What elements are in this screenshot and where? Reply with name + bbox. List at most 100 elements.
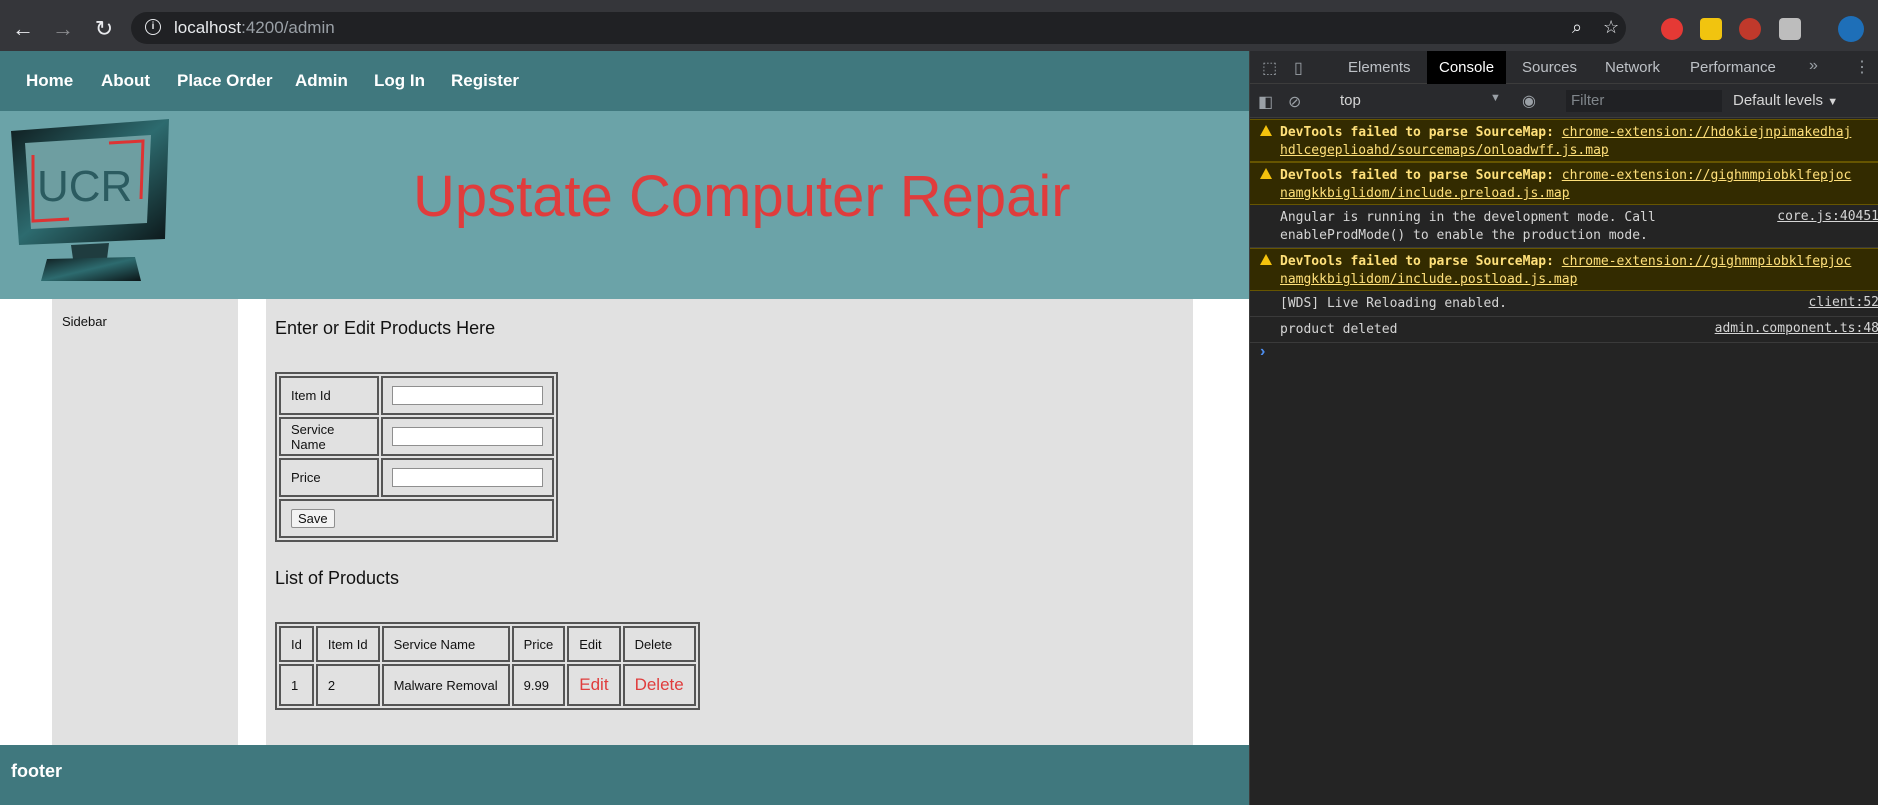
price-label: Price <box>279 458 379 497</box>
sidebar-toggle-icon[interactable]: ◧ <box>1258 92 1273 112</box>
service-name-input[interactable] <box>392 427 543 446</box>
url-text[interactable]: localhost:4200/admin <box>174 18 335 38</box>
message-source-link[interactable]: admin.component.ts:48 <box>1715 321 1878 336</box>
table-header-row: Id Item Id Service Name Price Edit Delet… <box>279 626 696 662</box>
nav-admin[interactable]: Admin <box>295 71 348 91</box>
devtools-panel: ⬚ ▯ Elements Console Sources Network Per… <box>1249 51 1878 805</box>
message-source-link[interactable]: client:52 <box>1809 295 1878 310</box>
site-title: Upstate Computer Repair <box>413 164 1071 229</box>
back-icon[interactable]: ← <box>8 14 38 44</box>
products-table: Id Item Id Service Name Price Edit Delet… <box>275 622 700 710</box>
cell-item-id: 2 <box>315 664 380 706</box>
item-id-label: Item Id <box>279 376 379 415</box>
extension-doc-icon[interactable] <box>1779 18 1801 40</box>
col-header-price: Price <box>511 626 566 662</box>
browser-toolbar: ← → ↻ i localhost:4200/admin ⌕ ☆ <box>0 6 1878 51</box>
extension-stop-icon[interactable] <box>1661 18 1683 40</box>
live-expression-eye-icon[interactable]: ◉ <box>1522 91 1536 111</box>
col-header-item-id: Item Id <box>315 626 380 662</box>
site-info-icon[interactable]: i <box>145 19 161 35</box>
extension-notes-icon[interactable] <box>1700 18 1722 40</box>
service-name-cell <box>381 417 554 456</box>
nav-home[interactable]: Home <box>26 71 73 91</box>
sourcemap-link-cont[interactable]: namgkkbiglidom/include.postload.js.map <box>1280 272 1577 287</box>
warning-icon <box>1260 254 1272 265</box>
edit-cell: Edit <box>567 664 621 706</box>
sourcemap-link-cont[interactable]: hdlcegeplioahd/sourcemaps/onloadwff.js.m… <box>1280 143 1609 158</box>
context-selector[interactable]: top <box>1340 92 1361 109</box>
console-filter-input[interactable]: Filter <box>1566 90 1722 112</box>
tab-performance[interactable]: Performance <box>1678 51 1788 84</box>
device-toolbar-icon[interactable]: ▯ <box>1294 58 1303 78</box>
tab-sources[interactable]: Sources <box>1510 51 1589 84</box>
banner: UCR Upstate Computer Repair <box>0 111 1249 299</box>
form-heading: Enter or Edit Products Here <box>275 318 496 338</box>
clear-console-icon[interactable]: ⊘ <box>1288 92 1301 112</box>
admin-main-panel: Enter or Edit Products Here Item Id Serv… <box>266 299 1193 745</box>
col-header-service-name: Service Name <box>381 626 510 662</box>
delete-link[interactable]: Delete <box>635 675 684 694</box>
nav-place-order[interactable]: Place Order <box>177 71 272 91</box>
navbar: Home About Place Order Admin Log In Regi… <box>0 51 1249 111</box>
inspect-element-icon[interactable]: ⬚ <box>1262 58 1277 78</box>
console-message-log: Angular is running in the development mo… <box>1250 205 1878 248</box>
url-path: :4200/admin <box>241 18 335 37</box>
tab-network[interactable]: Network <box>1593 51 1672 84</box>
ucr-monitor-logo: UCR <box>11 119 169 281</box>
forward-icon[interactable]: → <box>48 14 78 44</box>
sourcemap-link[interactable]: chrome-extension://hdokiejnpimakedhaj <box>1562 125 1852 140</box>
console-message-log: product deleted admin.component.ts:48 <box>1250 317 1878 343</box>
extension-face-icon[interactable] <box>1739 18 1761 40</box>
cell-id: 1 <box>279 664 314 706</box>
edit-link[interactable]: Edit <box>579 675 608 694</box>
nav-about[interactable]: About <box>101 71 150 91</box>
tab-elements[interactable]: Elements <box>1336 51 1423 84</box>
reload-icon[interactable]: ↻ <box>89 14 119 44</box>
zoom-icon[interactable]: ⌕ <box>1572 17 1582 38</box>
item-id-cell <box>381 376 554 415</box>
log-levels-chevron-icon: ▼ <box>1827 96 1839 108</box>
sourcemap-link[interactable]: chrome-extension://gighmmpiobklfepjoc <box>1562 254 1852 269</box>
cell-price: 9.99 <box>511 664 566 706</box>
console-prompt-icon[interactable]: › <box>1260 343 1265 361</box>
service-name-label: Service Name <box>279 417 379 456</box>
warning-icon <box>1260 168 1272 179</box>
devtools-menu-icon[interactable]: ⋮ <box>1854 57 1870 77</box>
col-header-edit: Edit <box>567 626 621 662</box>
logo-text: UCR <box>37 162 132 211</box>
tab-console[interactable]: Console <box>1427 51 1507 84</box>
console-message-warning: DevTools failed to parse SourceMap: chro… <box>1250 119 1878 162</box>
sourcemap-link[interactable]: chrome-extension://gighmmpiobklfepjoc <box>1562 168 1852 183</box>
delete-cell: Delete <box>622 664 696 706</box>
more-tabs-icon[interactable]: » <box>1809 57 1818 75</box>
message-text-cont: enableProdMode() to enable the productio… <box>1280 228 1648 243</box>
sidebar: Sidebar <box>52 299 238 745</box>
address-bar[interactable]: i localhost:4200/admin ⌕ ☆ <box>131 12 1626 44</box>
profile-avatar-icon[interactable] <box>1838 16 1864 42</box>
table-row: 1 2 Malware Removal 9.99 Edit Delete <box>279 664 696 706</box>
console-message-log: [WDS] Live Reloading enabled. client:52 <box>1250 291 1878 317</box>
col-header-delete: Delete <box>622 626 696 662</box>
save-cell: Save <box>279 499 554 538</box>
context-dropdown-icon[interactable]: ▼ <box>1490 92 1501 104</box>
nav-log-in[interactable]: Log In <box>374 71 425 91</box>
url-host: localhost <box>174 18 242 37</box>
save-button[interactable]: Save <box>291 509 335 528</box>
item-id-input[interactable] <box>392 386 543 405</box>
message-source-link[interactable]: core.js:40451 <box>1777 209 1878 224</box>
message-text: [WDS] Live Reloading enabled. <box>1280 296 1507 311</box>
devtools-tab-bar: ⬚ ▯ Elements Console Sources Network Per… <box>1250 51 1878 84</box>
bookmark-star-icon[interactable]: ☆ <box>1603 17 1619 38</box>
log-levels-label: Default levels <box>1733 92 1824 109</box>
console-toolbar: ◧ ⊘ top ▼ ◉ Filter Default levels ▼ <box>1250 84 1878 118</box>
price-input[interactable] <box>392 468 543 487</box>
price-cell <box>381 458 554 497</box>
web-page: Home About Place Order Admin Log In Regi… <box>0 51 1249 805</box>
warning-icon <box>1260 125 1272 136</box>
cell-service-name: Malware Removal <box>381 664 510 706</box>
log-levels-dropdown[interactable]: Default levels ▼ <box>1733 92 1838 109</box>
nav-register[interactable]: Register <box>451 71 519 91</box>
footer: footer <box>0 745 1249 805</box>
message-text: DevTools failed to parse SourceMap: <box>1280 125 1562 140</box>
sourcemap-link-cont[interactable]: namgkkbiglidom/include.preload.js.map <box>1280 186 1570 201</box>
